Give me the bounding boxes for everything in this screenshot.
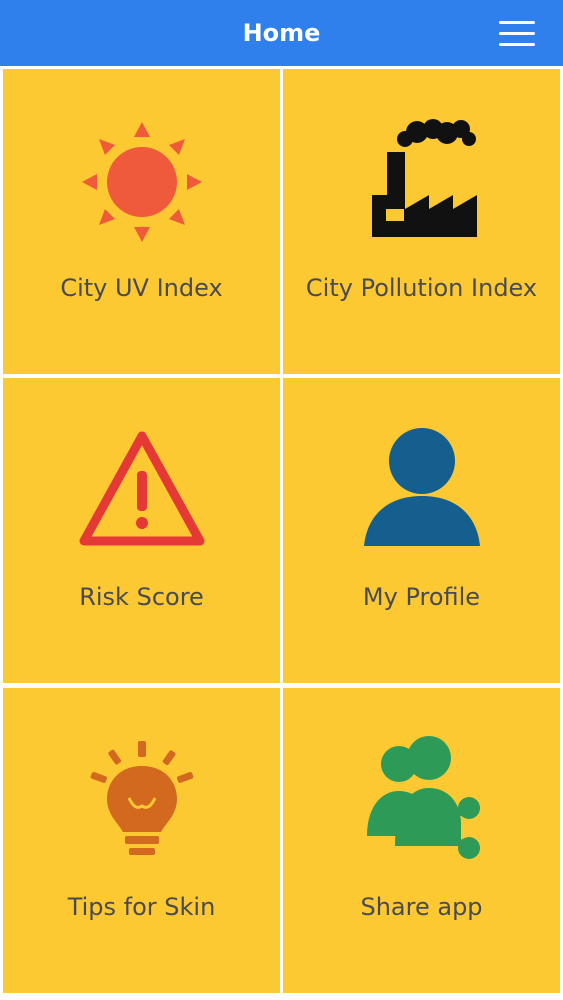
lightbulb-icon bbox=[90, 741, 193, 855]
sun-icon bbox=[81, 122, 202, 242]
tile-city-pollution-index[interactable]: City Pollution Index bbox=[283, 69, 560, 374]
app-screen: Home City UV Index City Pollution Index … bbox=[0, 0, 563, 1000]
share-users-icon bbox=[366, 736, 480, 859]
tile-label: Tips for Skin bbox=[67, 893, 216, 921]
tile-label: City UV Index bbox=[60, 274, 223, 302]
top-app-bar: Home bbox=[0, 0, 563, 66]
tile-label: City Pollution Index bbox=[305, 274, 538, 302]
tile-share-app[interactable]: Share app bbox=[283, 688, 560, 993]
page-title: Home bbox=[242, 19, 321, 47]
tile-city-uv-index[interactable]: City UV Index bbox=[3, 69, 280, 374]
tile-tips-for-skin[interactable]: Tips for Skin bbox=[3, 688, 280, 993]
tile-risk-score[interactable]: Risk Score bbox=[3, 378, 280, 683]
user-icon bbox=[363, 428, 480, 546]
tile-my-profile[interactable]: My Profile bbox=[283, 378, 560, 683]
factory-icon bbox=[371, 119, 477, 237]
tile-label: My Profile bbox=[362, 583, 481, 611]
hamburger-menu-icon[interactable] bbox=[499, 17, 537, 49]
tile-label: Risk Score bbox=[79, 583, 204, 611]
warning-icon bbox=[79, 431, 204, 546]
tile-label: Share app bbox=[360, 893, 483, 921]
